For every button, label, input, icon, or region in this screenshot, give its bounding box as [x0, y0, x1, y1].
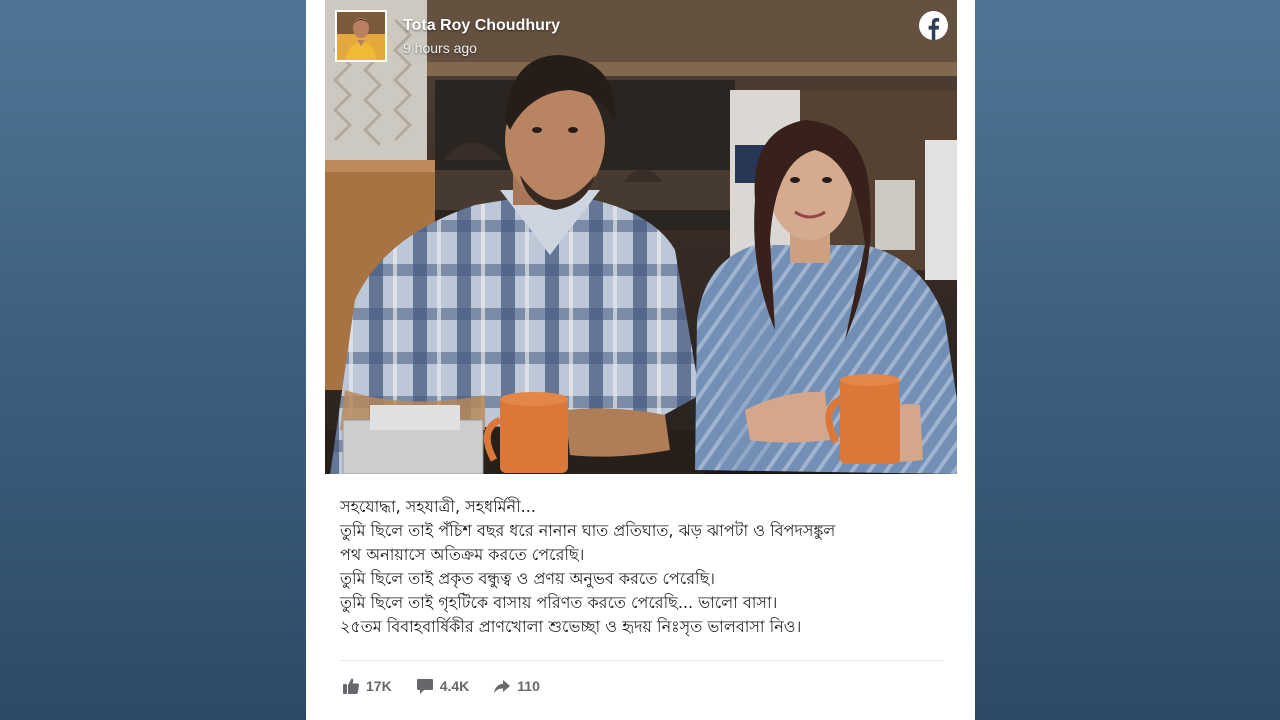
share-count-button[interactable]: 110 [493, 677, 540, 695]
facebook-post-card: Tota Roy Choudhury 9 hours ago সহযোদ্ধা,… [325, 0, 957, 720]
caption-line: পথ অনায়াসে অতিক্রম করতে পেরেছি। [340, 545, 585, 564]
caption-line: তুমি ছিলে তাই গৃহটিকে বাসায় পরিণত করতে … [340, 593, 778, 612]
caption-line: ২৫তম বিবাহবার্ষিকীর প্রাণখোলা শুভেচ্ছা ও… [340, 617, 802, 636]
comment-count-button[interactable]: 4.4K [416, 677, 470, 695]
embed-frame: Tota Roy Choudhury 9 hours ago সহযোদ্ধা,… [306, 0, 975, 720]
divider [340, 660, 943, 661]
comment-icon [416, 679, 433, 694]
engagement-stats: 17K 4.4K 110 [342, 676, 564, 696]
facebook-icon[interactable] [919, 11, 948, 40]
thumbs-up-icon [343, 678, 360, 694]
like-count: 17K [366, 678, 392, 694]
author-avatar[interactable] [335, 10, 387, 62]
caption-line: সহযোদ্ধা, সহযাত্রী, সহধর্মিনী... [340, 497, 536, 516]
share-arrow-icon [494, 680, 511, 694]
share-count: 110 [517, 678, 540, 694]
post-photo[interactable] [325, 0, 957, 474]
post-timestamp[interactable]: 9 hours ago [403, 40, 477, 56]
comment-count: 4.4K [439, 678, 470, 694]
post-caption: সহযোদ্ধা, সহযাত্রী, সহধর্মিনী... তুমি ছি… [340, 495, 945, 639]
caption-line: তুমি ছিলে তাই প্রকৃত বন্ধুত্ব ও প্রণয় অ… [340, 569, 715, 588]
caption-line: তুমি ছিলে তাই পঁচিশ বছর ধরে নানান ঘাত প্… [340, 521, 836, 540]
like-count-button[interactable]: 17K [342, 677, 392, 695]
author-name[interactable]: Tota Roy Choudhury [403, 17, 560, 35]
